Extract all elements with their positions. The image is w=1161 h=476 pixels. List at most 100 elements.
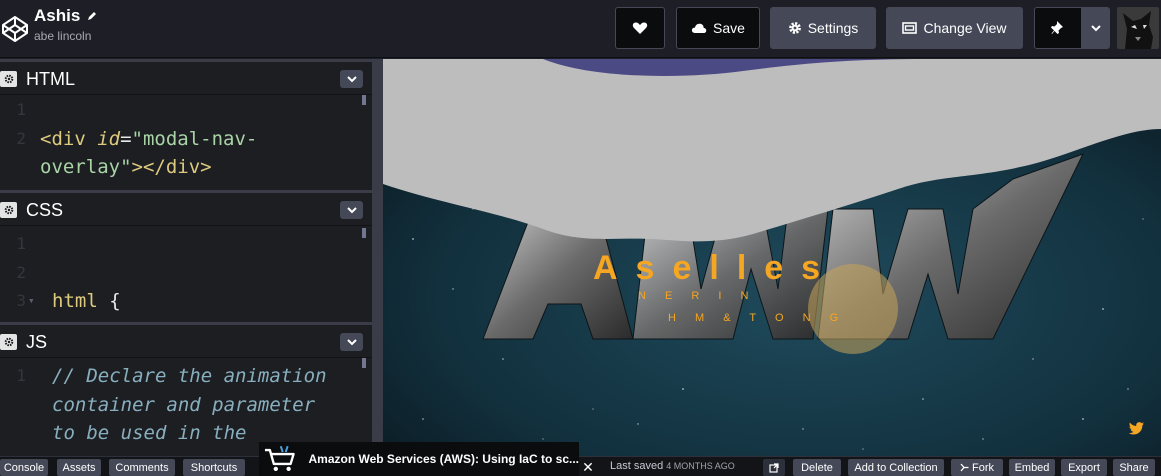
editor-resizer[interactable]	[372, 59, 383, 456]
settings-label: Settings	[807, 20, 859, 36]
line-number: 1	[16, 234, 26, 253]
author-name[interactable]: abe lincoln	[34, 29, 98, 43]
pin-button[interactable]	[1034, 7, 1082, 49]
pin-icon	[1051, 21, 1063, 34]
overlay-word: Aselles	[593, 249, 838, 287]
line-number: 2	[16, 128, 26, 148]
fold-arrow-icon[interactable]: ▾	[28, 287, 35, 316]
open-external-button[interactable]	[763, 459, 785, 476]
comments-button[interactable]: Comments	[109, 459, 175, 476]
code-token: "modal-nav-	[131, 127, 258, 150]
fork-button[interactable]: Fork	[951, 459, 1003, 476]
change-view-button[interactable]: Change View	[886, 7, 1023, 49]
shortcuts-button[interactable]: Shortcuts	[183, 459, 245, 476]
css-settings-button[interactable]	[0, 202, 17, 218]
code-token: ></div>	[131, 156, 212, 178]
code-line: container and parameter	[0, 391, 372, 420]
html-code-area[interactable]: 1 2 <div id="modal-nav-overlay"></div>	[0, 96, 372, 182]
pen-title[interactable]: Ashis	[34, 6, 98, 26]
code-text: html {	[52, 287, 121, 316]
css-code-area[interactable]: 1 2 3 ▾ html {	[0, 230, 372, 316]
html-settings-button[interactable]	[0, 71, 17, 87]
js-code-area[interactable]: 1 // Declare the animation container and p…	[0, 362, 372, 448]
assets-button[interactable]: Assets	[57, 459, 101, 476]
top-bar: Ashis abe lincoln Save Settings Change V…	[0, 0, 1161, 58]
export-button[interactable]: Export	[1061, 459, 1107, 476]
gear-icon	[788, 22, 801, 34]
share-button[interactable]: Share	[1113, 459, 1155, 476]
js-editor-title: JS	[26, 332, 48, 352]
code-line: overlay"></div>	[0, 153, 372, 182]
chevron-down-icon	[346, 206, 357, 213]
code-line: 3 ▾ html {	[0, 287, 372, 316]
html-scrollbar[interactable]	[362, 95, 366, 105]
fork-label: Fork	[972, 461, 994, 474]
html-editor-header: HTML	[0, 59, 372, 95]
code-token: id	[97, 127, 121, 150]
console-button[interactable]: Console	[0, 459, 48, 476]
chevron-down-icon	[1091, 25, 1101, 32]
gear-icon	[4, 337, 13, 347]
fork-icon	[960, 463, 969, 472]
code-text: to be used in the	[52, 419, 246, 448]
line-number: 2	[16, 262, 26, 282]
code-line: 2	[0, 259, 372, 288]
last-saved-label: Last saved	[610, 460, 664, 472]
line-number: 1	[16, 100, 26, 119]
user-avatar[interactable]	[1117, 7, 1159, 49]
code-line: 2 <div id="modal-nav-	[0, 125, 372, 154]
html-editor-title: HTML	[26, 69, 75, 89]
ad-banner[interactable]: Amazon Web Services (AWS): Using IaC to …	[259, 442, 579, 476]
codepen-logo-icon[interactable]	[0, 14, 30, 44]
chevron-down-icon	[346, 75, 357, 82]
css-collapse-button[interactable]	[340, 201, 363, 219]
code-token: to be used in the	[52, 422, 247, 444]
external-link-icon	[769, 462, 779, 473]
code-text: overlay"></div>	[40, 153, 212, 182]
code-token: // Declare the animation	[52, 365, 327, 387]
save-button[interactable]: Save	[676, 7, 760, 49]
add-to-collection-button[interactable]: Add to Collection	[848, 459, 944, 476]
close-ad-button[interactable]: ✕	[578, 459, 598, 475]
cloud-icon	[691, 23, 707, 33]
pen-title-block: Ashis abe lincoln	[34, 6, 98, 43]
js-scrollbar[interactable]	[362, 358, 366, 368]
code-line: 1	[0, 230, 372, 259]
code-line: 1 // Declare the animation	[0, 362, 372, 391]
last-saved-time: 4 months ago	[666, 461, 735, 471]
settings-button[interactable]: Settings	[770, 7, 876, 49]
pen-title-text: Ashis	[34, 6, 81, 25]
css-editor: CSS 1 2 3 ▾ html {	[0, 190, 372, 322]
delete-button[interactable]: Delete	[793, 459, 841, 476]
code-token: <div	[40, 127, 98, 150]
css-editor-title: CSS	[26, 200, 64, 220]
result-preview[interactable]: Aselles N E R I N H M & T O N G	[383, 59, 1161, 456]
code-token: {	[109, 290, 121, 312]
css-scrollbar[interactable]	[362, 228, 366, 238]
pencil-icon[interactable]	[86, 10, 98, 22]
js-collapse-button[interactable]	[340, 333, 363, 351]
layout-icon	[902, 22, 918, 34]
code-token: html	[52, 290, 110, 312]
line-number: 1	[16, 366, 26, 385]
cart-icon	[264, 445, 295, 472]
embed-button[interactable]: Embed	[1009, 459, 1055, 476]
code-text: <div id="modal-nav-	[40, 125, 257, 154]
gear-icon	[4, 205, 13, 215]
js-editor-header: JS	[0, 322, 372, 358]
html-editor: HTML 1 2 <div id="modal-nav-overlay"></div…	[0, 59, 372, 190]
editor-column: HTML 1 2 <div id="modal-nav-overlay"></div…	[0, 59, 372, 456]
code-text: // Declare the animation	[52, 362, 327, 391]
gear-icon	[4, 74, 13, 84]
html-collapse-button[interactable]	[340, 70, 363, 88]
ad-text: Amazon Web Services (AWS): Using IaC to …	[308, 452, 579, 466]
preview-artwork: Aselles N E R I N H M & T O N G	[383, 59, 1161, 456]
code-token: container and parameter	[52, 393, 316, 416]
overlay-sub-2: H M & T O N G	[668, 312, 846, 324]
line-number: 3	[16, 291, 26, 310]
love-button[interactable]	[615, 7, 665, 49]
js-settings-button[interactable]	[0, 334, 17, 350]
last-saved-status: Last saved 4 months ago	[610, 460, 735, 472]
code-line: 1	[0, 96, 372, 125]
pin-menu-button[interactable]	[1082, 7, 1110, 49]
